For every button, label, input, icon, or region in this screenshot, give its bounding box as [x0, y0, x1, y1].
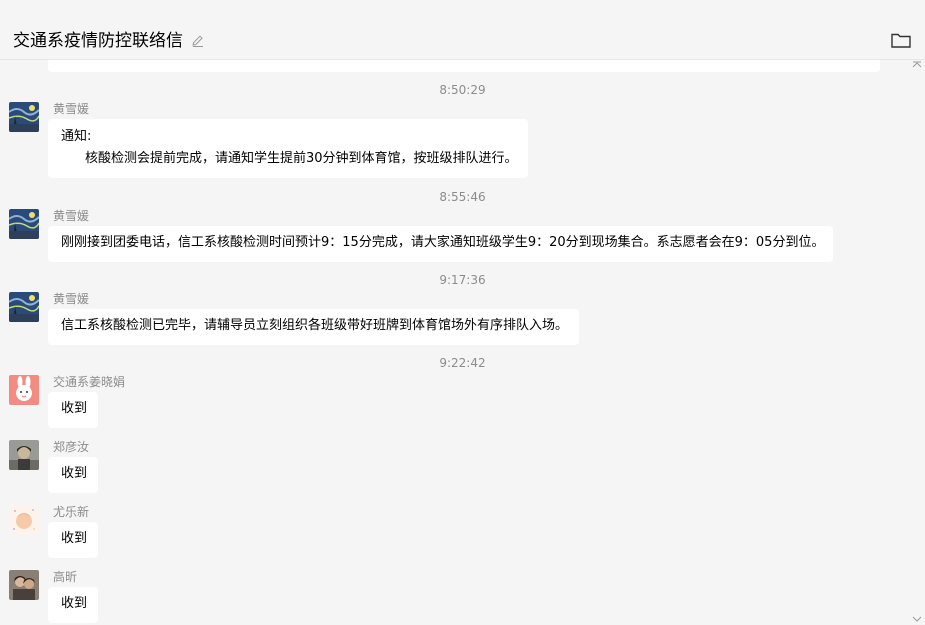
message-bubble[interactable]: 刚刚接到团委电话，信工系核酸检测时间预计9：15分完成，请大家通知班级学生9：2… [48, 226, 833, 262]
chat-header: 交通系疫情防控联络信 [0, 0, 925, 60]
sender-name: 交通系姜晓娟 [53, 375, 126, 389]
message-timestamp: 9:22:42 [439, 356, 486, 370]
avatar[interactable] [9, 440, 39, 470]
message-text: 收到 [61, 401, 88, 416]
message-timestamp: 8:55:46 [439, 190, 486, 204]
message-timestamp: 9:17:36 [439, 273, 486, 287]
avatar[interactable] [9, 292, 39, 322]
message-bubble[interactable]: 通知: 核酸检测会提前完成，请通知学生提前30分钟到体育馆，按班级排队进行。 [48, 119, 528, 178]
message-bubble[interactable]: 收到 [48, 522, 98, 558]
message-text: 收到 [61, 596, 88, 611]
message-text: 收到 [61, 531, 88, 546]
chat-title: 交通系疫情防控联络信 [13, 31, 183, 51]
message-list[interactable]: 8:50:29 黄雪媛 通知: 核酸检测会提前完成，请通知学生提前30分钟到体育… [0, 60, 925, 625]
message-text: 核酸检测会提前完成，请通知学生提前30分钟到体育馆，按班级排队进行。 [85, 151, 518, 166]
avatar[interactable] [9, 570, 39, 600]
message-text: 收到 [61, 466, 88, 481]
avatar[interactable] [9, 102, 39, 132]
avatar[interactable] [9, 209, 39, 239]
message-text: 通知: [61, 129, 92, 144]
chat-window: 交通系疫情防控联络信 8:50:29 黄雪媛 通知: 核酸检测会提前完成，请通知… [0, 0, 925, 625]
sender-name: 黄雪媛 [53, 102, 90, 116]
message-text: 信工系核酸检测已完毕，请辅导员立刻组织各班级带好班牌到体育馆场外有序排队入场。 [61, 318, 569, 333]
message-bubble[interactable]: 信工系核酸检测已完毕，请辅导员立刻组织各班级带好班牌到体育馆场外有序排队入场。 [48, 309, 579, 345]
chevron-up-icon[interactable] [912, 60, 922, 70]
message-timestamp: 8:50:29 [439, 83, 486, 97]
message-bubble[interactable]: 收到 [48, 587, 98, 623]
message-bubble[interactable]: 收到 [48, 457, 98, 493]
sender-name: 高昕 [53, 570, 78, 584]
chevron-down-icon[interactable] [912, 614, 922, 624]
message-bubble[interactable]: 收到 [48, 392, 98, 428]
sender-name: 黄雪媛 [53, 292, 90, 306]
sender-name: 尤乐新 [53, 505, 90, 519]
message-text: 刚刚接到团委电话，信工系核酸检测时间预计9：15分完成，请大家通知班级学生9：2… [61, 235, 825, 250]
avatar[interactable] [9, 505, 39, 535]
previous-message-bubble [48, 60, 880, 72]
pencil-icon[interactable] [191, 34, 205, 48]
avatar[interactable] [9, 375, 39, 405]
sender-name: 郑彦汝 [53, 440, 90, 454]
sender-name: 黄雪媛 [53, 209, 90, 223]
folder-icon[interactable] [891, 32, 911, 48]
